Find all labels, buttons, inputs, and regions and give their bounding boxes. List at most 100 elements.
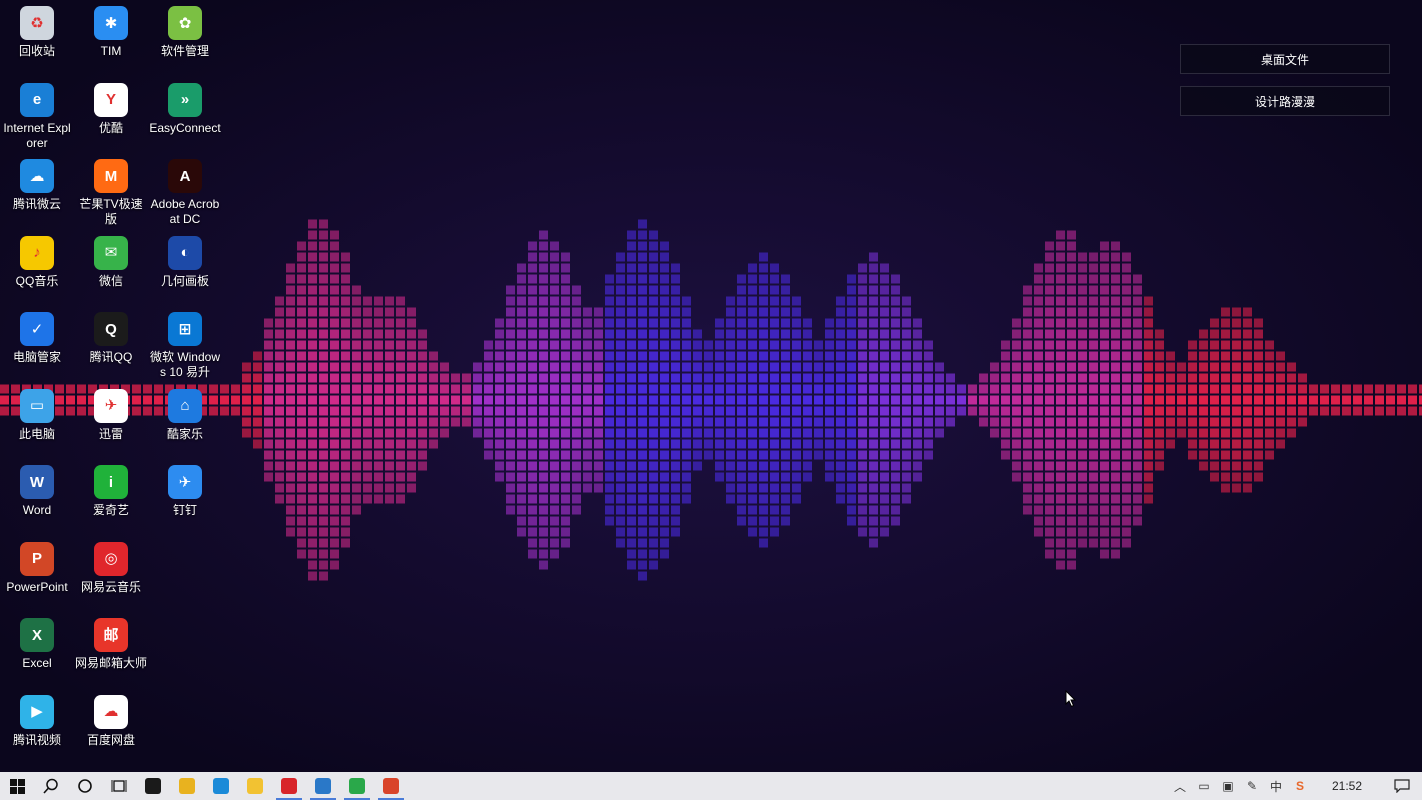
system-tray: ︿ ▭ ▣ ✎ 中 S 21:52: [1168, 772, 1422, 800]
desktop-icon-label: 微信: [98, 273, 123, 288]
powerpoint-icon: P: [20, 541, 54, 576]
desktop-icon[interactable]: i 爱奇艺: [74, 465, 148, 518]
iqiyi-icon: i: [94, 465, 128, 499]
red-app-icon[interactable]: [374, 772, 408, 800]
dingtalk-icon: ✈: [168, 465, 202, 499]
design-road-label: 设计路漫漫: [1254, 94, 1315, 109]
sogou-icon[interactable]: S: [1288, 772, 1312, 800]
desktop-icon-label: 百度网盘: [86, 732, 135, 747]
desktop-icon[interactable]: ▭ 此电脑: [0, 388, 74, 442]
desktop-icon-label: 网易邮箱大师: [74, 656, 147, 670]
desktop-icon[interactable]: ☁ 百度网盘: [74, 694, 148, 748]
tencent-video-icon: ▶: [20, 694, 54, 729]
desktop-icon-label: QQ音乐: [15, 273, 59, 288]
green-app-icon[interactable]: [340, 772, 374, 800]
desktop-files-label: 桌面文件: [1260, 52, 1309, 67]
desktop-icon-label: 网易云音乐: [80, 579, 141, 594]
desktop-icon-label: Word: [22, 503, 52, 517]
qq-music-icon: ♪: [20, 235, 54, 270]
desktop-icon[interactable]: ✱ TIM: [74, 6, 148, 59]
desktop-icon-label: 芒果TV极速版: [79, 197, 143, 226]
netease-music-taskbar-icon[interactable]: [272, 772, 306, 800]
desktop-icon[interactable]: X Excel: [0, 618, 74, 671]
internet-explorer-icon: e: [20, 82, 54, 117]
desktop-icon[interactable]: 邮网易邮箱大师: [74, 618, 148, 671]
this-pc-icon: ▭: [20, 388, 54, 423]
desktop-icon[interactable]: ✓ 电脑管家: [0, 312, 74, 365]
sketchpad-icon: ◐: [168, 235, 202, 270]
chevron-up-icon[interactable]: ︿: [1168, 772, 1192, 800]
desktop-icon[interactable]: Q 腾讯QQ: [74, 312, 148, 365]
desktop-icon-label: 腾讯视频: [12, 732, 61, 747]
desktop-icon[interactable]: ☁ 腾讯微云: [0, 159, 74, 212]
desktop-icon-label: TIM: [100, 44, 122, 58]
desktop-icon-label: PowerPoint: [6, 579, 68, 594]
pc-manager-icon: ✓: [20, 312, 54, 346]
netease-music-icon: ◎: [94, 541, 128, 576]
desktop-icon-label: 软件管理: [160, 44, 209, 58]
desktop-icon[interactable]: ✉ 微信: [74, 235, 148, 289]
clock[interactable]: 21:52: [1312, 779, 1382, 793]
netease-mail-icon: 邮: [94, 618, 128, 652]
desktop-icon-label: 几何画板: [160, 273, 209, 288]
desktop-icon[interactable]: P PowerPoint: [0, 541, 74, 595]
desktop-icon[interactable]: ✈ 迅雷: [74, 388, 148, 442]
desktop-icon[interactable]: W Word: [0, 465, 74, 518]
qq-icon: Q: [94, 312, 128, 346]
desktop-icon-label: 回收站: [18, 44, 55, 58]
adobe-acrobat-icon: A: [168, 159, 202, 193]
network-icon[interactable]: ▣: [1216, 772, 1240, 800]
recycle-bin-icon: ♻: [20, 6, 54, 40]
desktop-icon[interactable]: » EasyConnect: [148, 82, 222, 136]
chrome-icon[interactable]: [170, 772, 204, 800]
mouse-cursor-icon: [1065, 690, 1077, 708]
task-view-icon[interactable]: [102, 772, 136, 800]
tencent-weiyun-icon: ☁: [20, 159, 54, 193]
notification-icon[interactable]: [1382, 772, 1422, 800]
store-icon[interactable]: [136, 772, 170, 800]
software-manager-icon: ✿: [168, 6, 202, 40]
desktop-icon[interactable]: A Adobe Acrobat DC: [148, 159, 222, 227]
desktop-icon[interactable]: M 芒果TV极速版: [74, 159, 148, 227]
desktop-icon[interactable]: ✿ 软件管理: [148, 6, 222, 59]
design-road-widget[interactable]: 设计路漫漫: [1180, 86, 1390, 116]
desktop-icon[interactable]: ✈ 钉钉: [148, 465, 222, 518]
cortana-icon[interactable]: [68, 772, 102, 800]
sandbox-app-icon[interactable]: [306, 772, 340, 800]
desktop-icon[interactable]: e Internet Explorer: [0, 82, 74, 151]
desktop-icon[interactable]: ♪ QQ音乐: [0, 235, 74, 289]
desktop-icon-label: Internet Explorer: [3, 120, 71, 150]
desktop-icon[interactable]: ◎ 网易云音乐: [74, 541, 148, 595]
desktop-icon-label: 爱奇艺: [92, 503, 129, 517]
taskbar: ︿ ▭ ▣ ✎ 中 S 21:52: [0, 772, 1422, 800]
desktop-icon-label: 迅雷: [98, 426, 123, 441]
excel-icon: X: [20, 618, 54, 652]
word-icon: W: [20, 465, 54, 499]
desktop-icon[interactable]: ◐ 几何画板: [148, 235, 222, 289]
desktop-icon[interactable]: ▶ 腾讯视频: [0, 694, 74, 748]
windows-start-icon[interactable]: [0, 772, 34, 800]
desktop-icon-label: Excel: [22, 656, 52, 670]
desktop-icon-label: 此电脑: [18, 426, 55, 441]
desktop-icon-label: 腾讯QQ: [89, 350, 133, 364]
search-icon[interactable]: [34, 772, 68, 800]
desktop-icon[interactable]: ⌂ 酷家乐: [148, 388, 222, 442]
desktop-icon-label: 微软 Windows 10 易升: [149, 350, 220, 379]
battery-icon[interactable]: ▭: [1192, 772, 1216, 800]
wechat-icon: ✉: [94, 235, 128, 270]
desktop-files-widget[interactable]: 桌面文件: [1180, 44, 1390, 74]
desktop-icon-label: 酷家乐: [166, 426, 203, 441]
desktop-icon[interactable]: Y 优酷: [74, 82, 148, 136]
input-method-icon[interactable]: 中: [1264, 772, 1288, 800]
desktop-icon-label: 腾讯微云: [12, 197, 61, 211]
file-explorer-icon[interactable]: [238, 772, 272, 800]
desktop-icon-label: 钉钉: [172, 503, 197, 517]
desktop-icon-label: EasyConnect: [149, 120, 221, 135]
desktop-icon[interactable]: ♻ 回收站: [0, 6, 74, 59]
desktop-icon[interactable]: ⊞ 微软 Windows 10 易升: [148, 312, 222, 380]
kujiale-icon: ⌂: [168, 388, 202, 423]
pen-icon[interactable]: ✎: [1240, 772, 1264, 800]
mango-tv-icon: M: [94, 159, 128, 193]
edge-icon[interactable]: [204, 772, 238, 800]
windows-upgrade-icon: ⊞: [168, 312, 202, 346]
